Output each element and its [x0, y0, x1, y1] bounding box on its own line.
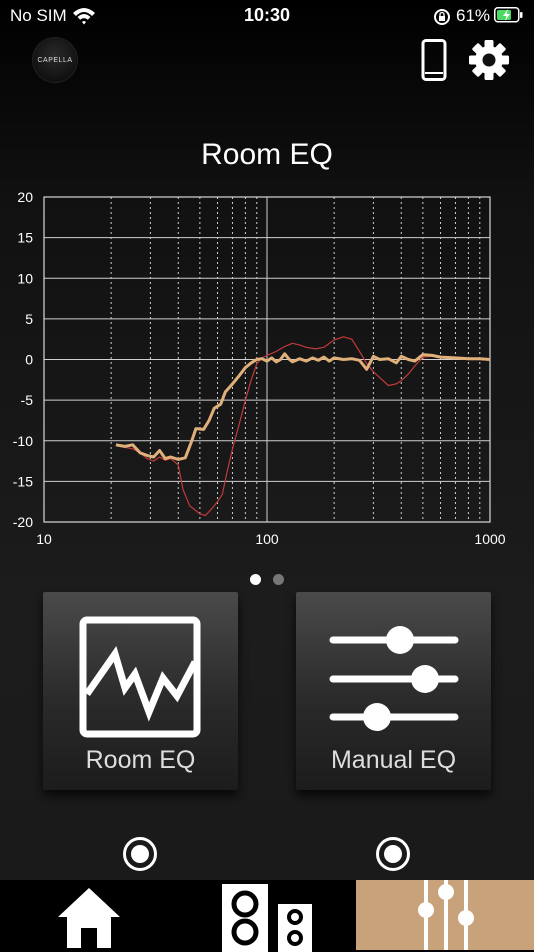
y-tick-label: -5: [21, 392, 34, 408]
page-dot-2[interactable]: [273, 574, 284, 585]
phone-icon[interactable]: [421, 39, 447, 86]
room-eq-graph-icon: [79, 616, 201, 738]
room-eq-label: Room EQ: [85, 746, 196, 774]
manual-eq-button[interactable]: Manual EQ: [296, 592, 491, 790]
room-eq-button[interactable]: Room EQ: [43, 592, 238, 790]
y-tick-label: 10: [17, 270, 33, 286]
y-tick-label: -20: [13, 514, 33, 530]
manual-eq-sliders-icon: [329, 626, 459, 731]
y-tick-label: -10: [13, 433, 33, 449]
speakers-icon: [222, 884, 312, 952]
eq-sliders-icon: [418, 880, 474, 950]
rotation-lock-icon: [433, 8, 451, 31]
capella-logo: CAPELLA: [33, 38, 77, 82]
series-corrected-response: [115, 352, 491, 461]
y-tick-label: 20: [17, 189, 33, 205]
home-icon: [58, 888, 120, 948]
gear-icon[interactable]: [468, 39, 510, 86]
x-tick-label: 1000: [474, 531, 505, 547]
tab-home[interactable]: [0, 880, 178, 950]
chart-title: Room EQ: [201, 138, 333, 171]
y-tick-label: 0: [25, 352, 33, 368]
series-measured-response: [115, 336, 490, 517]
y-tick-label: 15: [17, 230, 33, 246]
tab-speakers[interactable]: [178, 880, 356, 952]
clock: 10:30: [243, 5, 291, 25]
chart-series: [115, 336, 491, 517]
radio-dot: [384, 845, 402, 863]
tab-bar: [0, 880, 534, 952]
chart-tick-labels: 20151050-5-10-15-2010 100 1000: [13, 189, 506, 547]
manual-eq-radio[interactable]: [376, 837, 410, 871]
tab-equalizer[interactable]: [356, 880, 534, 950]
battery-percent: 61%: [456, 6, 491, 25]
status-bar: No SIM 10:30 61%: [0, 0, 534, 32]
manual-eq-label: Manual EQ: [330, 746, 457, 774]
x-tick-label: 100: [255, 531, 279, 547]
radio-dot: [131, 845, 149, 863]
y-tick-label: -15: [13, 473, 33, 489]
y-tick-label: 5: [25, 311, 33, 327]
room-eq-radio[interactable]: [123, 837, 157, 871]
room-eq-chart: 20151050-5-10-15-2010 100 1000: [13, 189, 506, 547]
page-dot-1[interactable]: [250, 574, 261, 585]
battery-icon: [494, 7, 524, 28]
x-tick-label: 10: [36, 531, 52, 547]
